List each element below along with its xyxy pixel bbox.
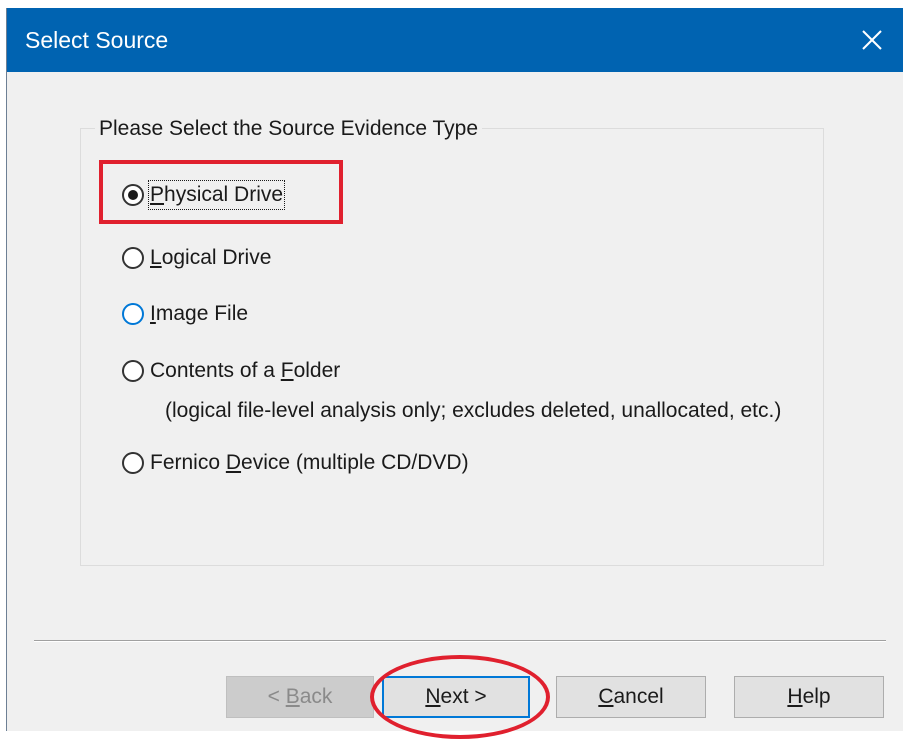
radio-label-fernico-device: Fernico Device (multiple CD/DVD) [150,451,469,474]
radio-image-file[interactable]: Image File [122,301,248,327]
next-button[interactable]: Next > [382,676,530,718]
separator-line [34,640,886,642]
radio-label-contents-of-folder: Contents of a Folder [150,359,341,382]
radio-button[interactable] [122,360,144,382]
radio-button[interactable] [122,303,144,325]
group-legend: Please Select the Source Evidence Type [95,116,483,142]
radio-button[interactable] [122,452,144,474]
select-source-dialog: Select Source Please Select the Source E… [6,8,903,739]
radio-button[interactable] [122,247,144,269]
cancel-button[interactable]: Cancel [556,676,706,718]
close-icon [862,30,882,50]
folder-note: (logical file-level analysis only; exclu… [165,399,782,422]
help-button[interactable]: Help [734,676,884,718]
window-title: Select Source [25,27,169,53]
radio-label-logical-drive: Logical Drive [150,246,272,269]
radio-contents-of-folder[interactable]: Contents of a Folder [122,358,340,384]
back-button[interactable]: < Back [226,676,374,718]
radio-fernico-device[interactable]: Fernico Device (multiple CD/DVD) [122,450,469,476]
close-button[interactable] [840,8,903,72]
radio-logical-drive[interactable]: Logical Drive [122,245,271,271]
radio-label-image-file: Image File [150,302,249,325]
title-bar: Select Source [7,8,903,72]
annotation-highlight-box [99,160,343,224]
